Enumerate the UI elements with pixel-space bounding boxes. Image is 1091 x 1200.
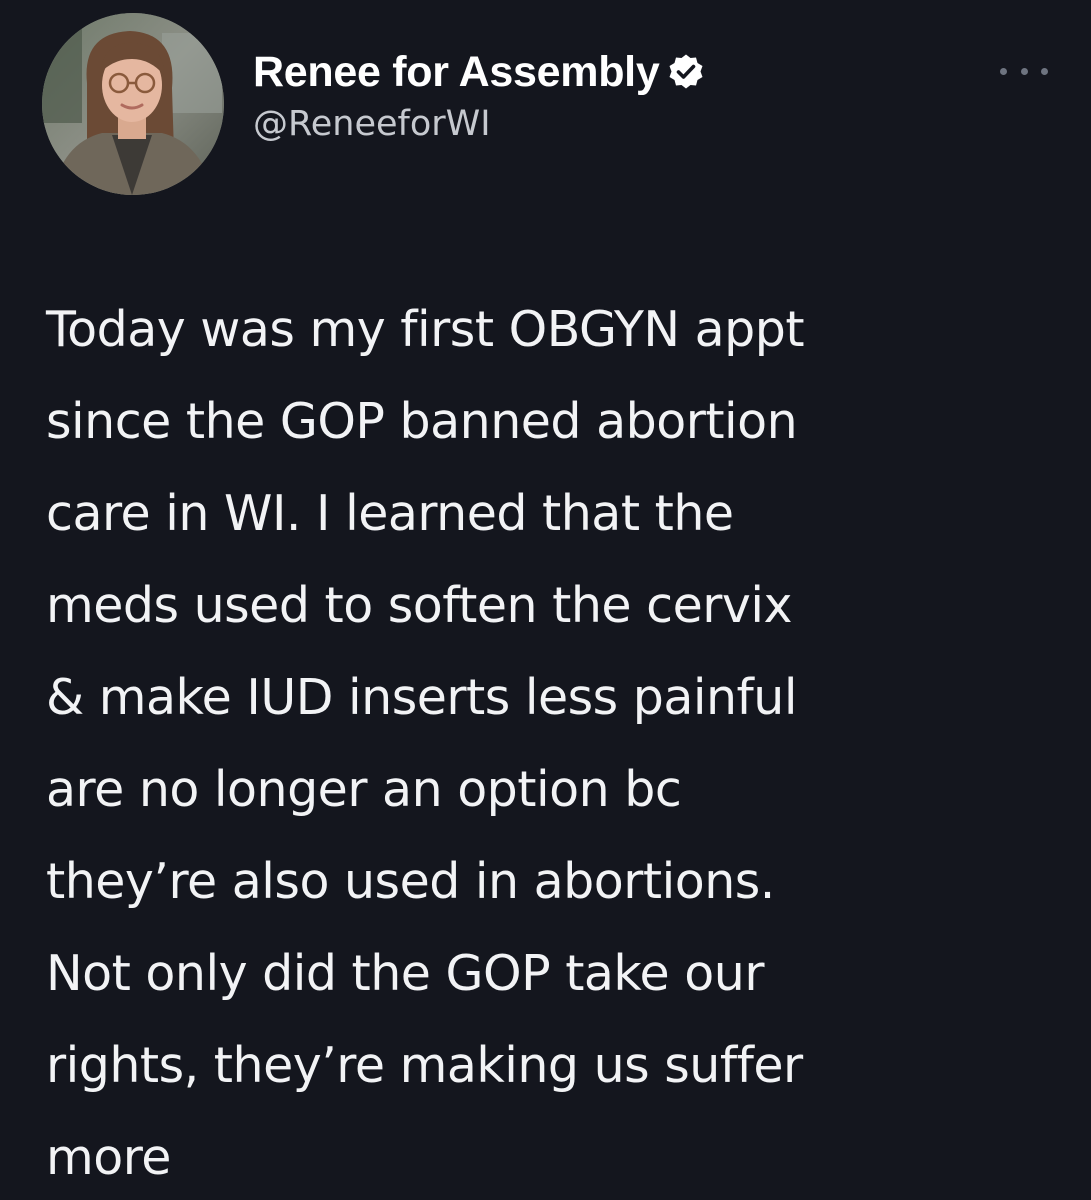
tweet-line: are no longer an option bc <box>46 761 682 818</box>
author-block: Renee for Assembly @ReneeforWI <box>253 44 705 146</box>
tweet-text: Today was my first OBGYN appt since the … <box>46 284 1046 1200</box>
tweet-line: & make IUD inserts less painful <box>46 669 797 726</box>
tweet-line: meds used to soften the cervix <box>46 577 792 634</box>
tweet-line: since the GOP banned abortion <box>46 393 798 450</box>
avatar[interactable] <box>42 13 224 195</box>
tweet-card: Renee for Assembly @ReneeforWI Today was… <box>0 0 1091 1200</box>
tweet-line: rights, they’re making us suffer <box>46 1037 803 1094</box>
more-dot <box>1041 67 1048 75</box>
display-name[interactable]: Renee for Assembly <box>253 44 660 100</box>
user-handle[interactable]: @ReneeforWI <box>253 102 705 146</box>
profile-photo-icon <box>42 13 224 195</box>
tweet-line: more <box>46 1129 171 1186</box>
more-options-icon[interactable] <box>1000 56 1048 86</box>
more-dot <box>1020 67 1028 75</box>
tweet-line: care in WI. I learned that the <box>46 485 734 542</box>
verified-badge-icon <box>667 53 705 91</box>
name-row: Renee for Assembly <box>253 44 705 100</box>
tweet-line: Today was my first OBGYN appt <box>46 301 805 358</box>
tweet-line: they’re also used in abortions. <box>46 853 775 910</box>
tweet-line: Not only did the GOP take our <box>46 945 764 1002</box>
more-dot <box>1000 67 1007 75</box>
